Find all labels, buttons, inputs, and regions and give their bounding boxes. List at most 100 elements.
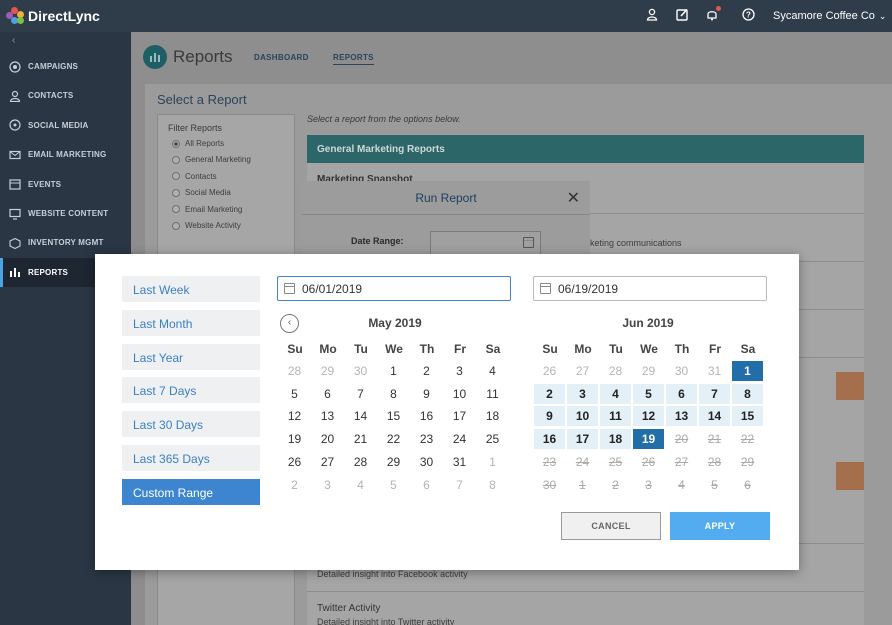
calendar-day[interactable]: 9 [534, 406, 565, 427]
calendar-day[interactable]: 20 [312, 429, 343, 449]
calendar-day[interactable]: 28 [345, 452, 376, 472]
filter-option[interactable]: Contacts [172, 172, 217, 181]
calendar-day[interactable]: 11 [477, 384, 508, 404]
range-last-week-button[interactable]: Last Week [122, 276, 260, 302]
compose-icon[interactable] [674, 8, 690, 24]
calendar-day[interactable]: 16 [411, 406, 442, 426]
calendar-day[interactable]: 5 [378, 475, 409, 495]
sidebar-item-contacts[interactable]: CONTACTS [0, 81, 131, 110]
calendar-day[interactable]: 1 [732, 361, 763, 381]
calendar-day[interactable]: 31 [699, 361, 730, 381]
calendar-day[interactable]: 2 [534, 383, 565, 404]
account-menu[interactable]: Sycamore Coffee Co ⌄ [773, 10, 886, 22]
calendar-day[interactable]: 19 [279, 429, 310, 449]
calendar-day[interactable]: 1 [378, 361, 409, 381]
calendar-day[interactable]: 8 [732, 383, 763, 404]
calendar-day[interactable]: 3 [567, 383, 598, 404]
calendar-day[interactable]: 27 [567, 361, 598, 381]
calendar-day[interactable]: 29 [378, 452, 409, 472]
calendar-day[interactable]: 29 [633, 361, 664, 381]
calendar-day[interactable]: 16 [534, 429, 565, 450]
tab-dashboard[interactable]: DASHBOARD [254, 53, 309, 62]
user-icon[interactable] [644, 8, 660, 24]
calendar-day[interactable]: 31 [444, 452, 475, 472]
calendar-day[interactable]: 8 [378, 384, 409, 404]
report-title[interactable]: Twitter Activity [317, 603, 380, 614]
calendar-day[interactable]: 25 [477, 429, 508, 449]
calendar-day[interactable]: 2 [279, 475, 310, 495]
calendar-day[interactable]: 17 [444, 406, 475, 426]
sidebar-item-events[interactable]: EVENTS [0, 170, 131, 199]
calendar-day[interactable]: 14 [345, 406, 376, 426]
close-icon[interactable]: ✕ [567, 188, 580, 208]
end-date-input[interactable]: 06/19/2019 [533, 276, 767, 301]
range-last-month-button[interactable]: Last Month [122, 309, 260, 336]
calendar-day[interactable]: 13 [666, 406, 697, 427]
calendar-day[interactable]: 18 [600, 429, 631, 450]
calendar-day[interactable]: 12 [279, 406, 310, 426]
calendar-day[interactable]: 11 [600, 406, 631, 427]
calendar-day[interactable]: 3 [444, 361, 475, 381]
calendar-day[interactable]: 15 [732, 406, 763, 427]
range-last-365-days-button[interactable]: Last 365 Days [122, 445, 260, 471]
calendar-day[interactable]: 1 [477, 452, 508, 472]
sidebar-item-social-media[interactable]: SOCIAL MEDIA [0, 111, 131, 140]
calendar-day[interactable]: 18 [477, 406, 508, 426]
calendar-day[interactable]: 30 [345, 361, 376, 381]
calendar-day[interactable]: 9 [411, 384, 442, 404]
calendar-day[interactable]: 7 [444, 475, 475, 495]
filter-option[interactable]: All Reports [172, 139, 224, 148]
calendar-day[interactable]: 6 [411, 475, 442, 495]
filter-option[interactable]: Email Marketing [172, 205, 242, 214]
calendar-day[interactable]: 15 [378, 406, 409, 426]
calendar-day[interactable]: 2 [411, 361, 442, 381]
cancel-button[interactable]: CANCEL [561, 512, 661, 540]
date-range-input[interactable] [430, 231, 541, 255]
calendar-day[interactable]: 23 [411, 429, 442, 449]
start-date-input[interactable]: 06/01/2019 [277, 276, 511, 301]
calendar-day[interactable]: 5 [279, 384, 310, 404]
filter-option[interactable]: General Marketing [172, 155, 251, 164]
range-custom-range-button[interactable]: Custom Range [122, 478, 260, 505]
calendar-day[interactable]: 3 [312, 475, 343, 495]
sidebar-item-email-marketing[interactable]: EMAIL MARKETING [0, 140, 131, 169]
calendar-day[interactable]: 26 [279, 452, 310, 472]
calendar-day[interactable]: 17 [567, 429, 598, 450]
calendar-day[interactable]: 29 [312, 361, 343, 381]
range-last-7-days-button[interactable]: Last 7 Days [122, 377, 260, 404]
calendar-day[interactable]: 4 [600, 383, 631, 404]
calendar-day[interactable]: 30 [411, 452, 442, 472]
calendar-day[interactable]: 4 [345, 475, 376, 495]
calendar-day[interactable]: 4 [477, 361, 508, 381]
calendar-day[interactable]: 12 [633, 406, 664, 427]
calendar-day[interactable]: 21 [345, 429, 376, 449]
calendar-day[interactable]: 7 [699, 383, 730, 404]
calendar-day[interactable]: 6 [312, 384, 343, 404]
calendar-day[interactable]: 14 [699, 406, 730, 427]
calendar-day[interactable]: 28 [279, 361, 310, 381]
apply-button[interactable]: APPLY [670, 512, 770, 540]
calendar-day[interactable]: 10 [444, 384, 475, 404]
filter-option[interactable]: Social Media [172, 188, 231, 197]
previous-month-button[interactable]: ‹ [280, 314, 299, 333]
calendar-day[interactable]: 6 [666, 383, 697, 404]
sidebar-item-website-content[interactable]: WEBSITE CONTENT [0, 199, 131, 228]
tab-reports[interactable]: REPORTS [333, 53, 374, 65]
sidebar-item-campaigns[interactable]: CAMPAIGNS [0, 52, 131, 81]
notification-bell-icon[interactable] [704, 6, 721, 24]
range-last-year-button[interactable]: Last Year [122, 343, 260, 370]
calendar-day[interactable]: 22 [378, 429, 409, 449]
help-icon[interactable]: ? [740, 8, 756, 24]
calendar-day[interactable]: 28 [600, 361, 631, 381]
calendar-day[interactable]: 5 [633, 383, 664, 404]
calendar-day[interactable]: 8 [477, 475, 508, 495]
filter-option[interactable]: Website Activity [172, 221, 241, 230]
range-last-30-days-button[interactable]: Last 30 Days [122, 411, 260, 438]
collapse-sidebar-icon[interactable]: ‹ [12, 35, 15, 46]
calendar-day[interactable]: 24 [444, 429, 475, 449]
calendar-day[interactable]: 7 [345, 384, 376, 404]
calendar-day[interactable]: 19 [633, 429, 664, 450]
calendar-day[interactable]: 10 [567, 406, 598, 427]
calendar-day[interactable]: 13 [312, 406, 343, 426]
calendar-day[interactable]: 27 [312, 452, 343, 472]
